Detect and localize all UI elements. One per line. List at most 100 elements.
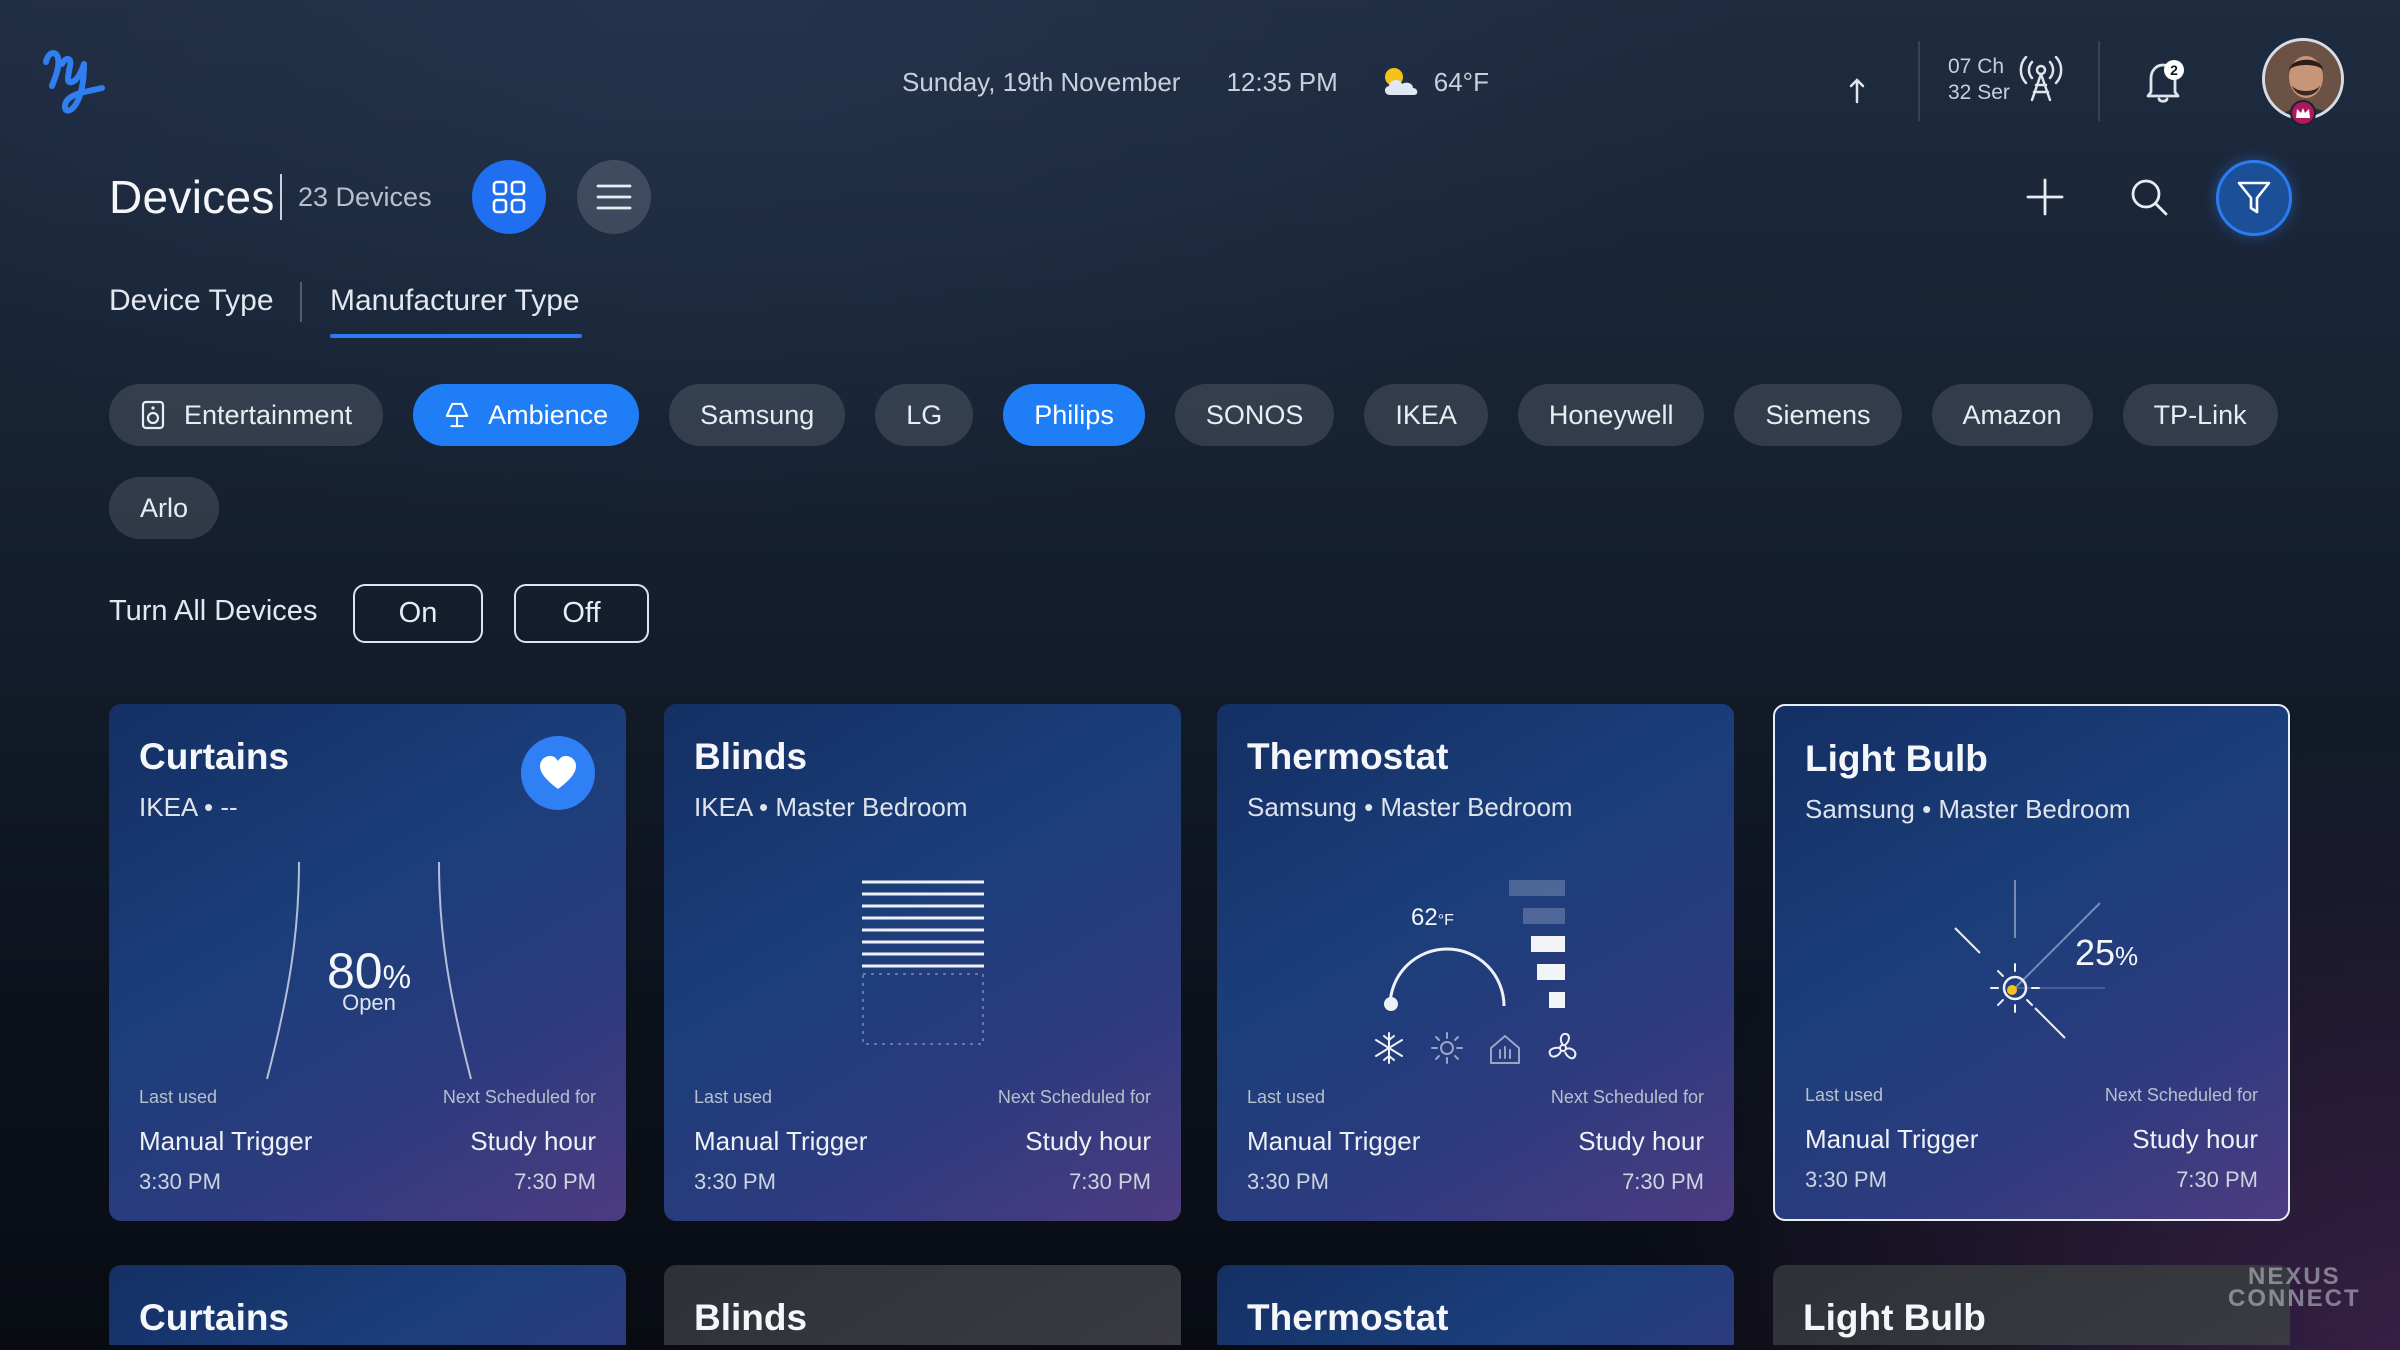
next-scheduled-label: Next Scheduled for — [997, 1087, 1151, 1107]
card-subtitle: Samsung • Master Bedroom — [1805, 794, 2131, 824]
grid-icon — [492, 180, 526, 214]
blinds-visual — [860, 878, 986, 1048]
chip-label: Philips — [1034, 399, 1114, 430]
next-scheduled-time: 7:30 PM — [514, 1169, 596, 1194]
chip-sonos[interactable]: SONOS — [1174, 384, 1335, 446]
chip-samsung[interactable]: Samsung — [669, 384, 846, 446]
device-card-thermostat[interactable]: Thermostat Samsung • Master Bedroom 62°F… — [1217, 704, 1734, 1221]
speaker-icon — [140, 400, 166, 430]
brand-watermark: NEXUS CONNECT — [2228, 1265, 2361, 1311]
turn-all-label: Turn All Devices — [109, 595, 318, 627]
device-count: 23 Devices — [298, 182, 432, 212]
card-subtitle: IKEA • Master Bedroom — [694, 792, 968, 822]
device-card-blinds[interactable]: Blinds — [664, 1265, 1181, 1345]
chip-honeywell[interactable]: Honeywell — [1517, 384, 1705, 446]
card-title: Curtains — [139, 1297, 290, 1338]
service-number: 32 Ser — [1948, 81, 2010, 104]
percent-unit: % — [2115, 941, 2139, 971]
tab-device-type[interactable]: Device Type — [109, 284, 274, 318]
chip-label: Honeywell — [1548, 399, 1674, 430]
notification-badge: 2 — [2164, 60, 2184, 80]
current-date: Sunday, 19th November — [902, 66, 1181, 97]
filter-chips: Entertainment Ambience Samsung LG Philip… — [109, 384, 2309, 539]
next-scheduled-value: Study hour — [2132, 1124, 2258, 1154]
fan-speed-bars[interactable] — [1509, 876, 1569, 1016]
channel-info: 07 Ch 32 Ser — [1948, 54, 2010, 106]
favorite-button[interactable] — [521, 736, 595, 810]
tab-manufacturer-type[interactable]: Manufacturer Type — [330, 284, 580, 318]
next-scheduled-value: Study hour — [470, 1126, 596, 1156]
filter-button[interactable] — [2216, 160, 2292, 236]
card-title: Blinds — [694, 736, 808, 777]
curtain-open-percent: 80% Open — [319, 942, 419, 1016]
last-used-time: 3:30 PM — [694, 1169, 776, 1194]
premium-crown-icon — [2290, 100, 2316, 126]
last-used-value: Manual Trigger — [1805, 1124, 1979, 1154]
next-scheduled-time: 7:30 PM — [2176, 1167, 2258, 1192]
device-card-light-bulb[interactable]: Light Bulb Samsung • Master Bedroom 25% … — [1773, 704, 2290, 1221]
home-heat-icon[interactable] — [1487, 1030, 1523, 1070]
tab-divider — [300, 282, 302, 322]
add-device-button[interactable] — [2008, 160, 2082, 234]
last-used-label: Last used — [139, 1087, 218, 1107]
fan-icon[interactable] — [1545, 1030, 1581, 1070]
chip-amazon[interactable]: Amazon — [1931, 384, 2093, 446]
grid-view-button[interactable] — [472, 160, 546, 234]
sun-icon[interactable] — [1429, 1030, 1465, 1070]
topbar-divider — [1918, 41, 1920, 121]
chip-ambience[interactable]: Ambience — [413, 384, 640, 446]
turn-all-off-button[interactable]: Off — [514, 584, 649, 643]
device-card-thermostat[interactable]: Thermostat — [1217, 1265, 1734, 1345]
device-card-curtains[interactable]: Curtains — [109, 1265, 626, 1345]
chip-label: SONOS — [1205, 399, 1304, 430]
card-title: Blinds — [694, 1297, 808, 1338]
card-footer: Last used Manual Trigger 3:30 PM Next Sc… — [694, 1087, 1151, 1195]
thermostat-modes — [1371, 1030, 1581, 1070]
card-title: Curtains — [139, 736, 290, 777]
chip-lg[interactable]: LG — [875, 384, 974, 446]
antenna-icon[interactable] — [2018, 55, 2064, 104]
chip-siemens[interactable]: Siemens — [1734, 384, 1902, 446]
last-used-time: 3:30 PM — [1247, 1169, 1329, 1194]
topbar-divider — [2098, 41, 2100, 121]
device-card-light-bulb[interactable]: Light Bulb — [1773, 1265, 2290, 1345]
chip-arlo[interactable]: Arlo — [109, 477, 220, 539]
card-title: Thermostat — [1247, 736, 1449, 777]
turn-all-on-button[interactable]: On — [353, 584, 483, 643]
chip-philips[interactable]: Philips — [1003, 384, 1145, 446]
notifications-bell-icon[interactable]: 2 — [2138, 56, 2188, 106]
chip-entertainment[interactable]: Entertainment — [109, 384, 384, 446]
card-footer: Last used Manual Trigger 3:30 PM Next Sc… — [1247, 1087, 1704, 1195]
filter-icon — [2237, 181, 2271, 214]
chip-label: LG — [906, 399, 943, 430]
last-used-value: Manual Trigger — [694, 1126, 868, 1156]
device-card-curtains[interactable]: Curtains IKEA • -- 80% Open Last used Ma… — [109, 704, 626, 1221]
chip-label: Entertainment — [184, 399, 353, 430]
channel-number: 07 Ch — [1948, 55, 2005, 78]
lamp-icon — [444, 400, 470, 430]
next-scheduled-label: Next Scheduled for — [442, 1087, 596, 1107]
upload-arrow-icon[interactable] — [1846, 76, 1868, 104]
search-icon — [2131, 179, 2168, 216]
thermostat-dial[interactable] — [1377, 934, 1517, 1014]
partly-cloudy-icon — [1380, 65, 1422, 99]
thermostat-temperature: 62°F — [1411, 904, 1511, 932]
next-scheduled-value: Study hour — [1578, 1126, 1704, 1156]
chip-ikea[interactable]: IKEA — [1364, 384, 1488, 446]
search-button[interactable] — [2112, 160, 2186, 234]
temp-value: 62 — [1411, 904, 1438, 931]
snowflake-icon[interactable] — [1371, 1030, 1407, 1070]
card-footer: Last used Manual Trigger 3:30 PM Next Sc… — [139, 1087, 596, 1195]
device-card-blinds[interactable]: Blinds IKEA • Master Bedroom Last used M… — [664, 704, 1181, 1221]
chip-tp-link[interactable]: TP-Link — [2122, 384, 2278, 446]
chip-label: Amazon — [1962, 399, 2062, 430]
chip-label: TP-Link — [2153, 399, 2247, 430]
card-title: Light Bulb — [1805, 738, 1988, 779]
next-scheduled-label: Next Scheduled for — [1550, 1087, 1704, 1107]
title-divider — [280, 174, 282, 220]
next-scheduled-time: 7:30 PM — [1622, 1169, 1704, 1194]
temp-unit: °F — [1437, 912, 1454, 929]
list-view-button[interactable] — [577, 160, 651, 234]
last-used-label: Last used — [1247, 1087, 1326, 1107]
last-used-time: 3:30 PM — [139, 1169, 221, 1194]
